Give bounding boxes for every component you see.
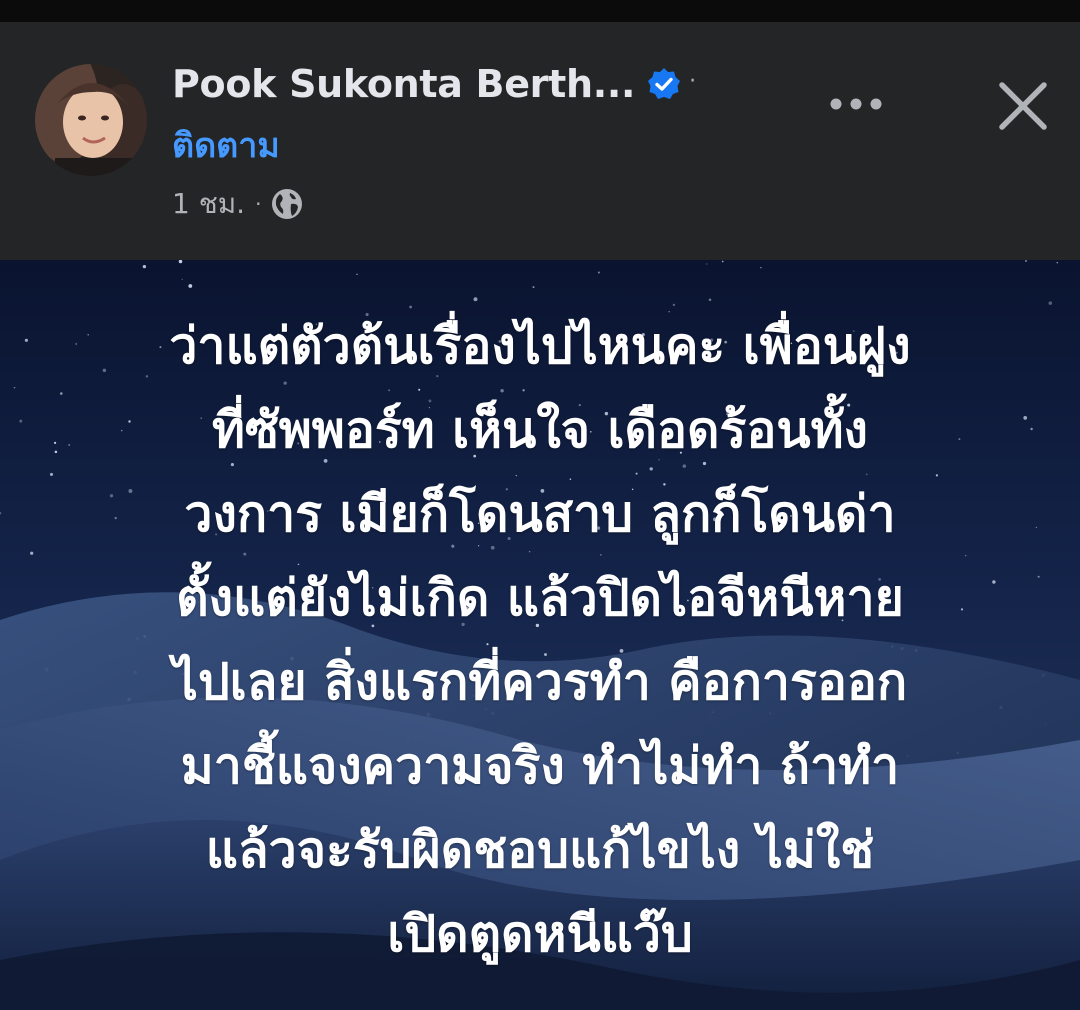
star [473,297,478,302]
star [532,286,535,289]
more-options-icon [830,98,882,110]
post-text-line: เปิดตูดหนีแว๊บ [387,905,693,963]
star [1024,260,1028,263]
star [760,266,762,269]
author-name[interactable]: Pook Sukonta Berth... [172,62,635,106]
star [24,338,28,342]
more-options-button[interactable] [820,78,892,130]
post-text-line: ที่ซัพพอร์ท เห็นใจ เดือดร้อนทั้ง [212,401,868,459]
star [181,278,183,281]
star [706,263,708,265]
star [19,419,23,423]
star [1056,261,1059,264]
close-icon [999,82,1047,130]
avatar[interactable] [35,64,147,176]
star [13,386,16,389]
star [721,260,724,263]
post-text: ว่าแต่ตัวต้นเรื่องไปไหนคะ เพื่อนฝูง ที่ซ… [40,304,1040,976]
name-dot-separator: · [689,69,697,94]
star [708,298,712,302]
star [356,273,358,275]
star [30,551,34,555]
post-content: ว่าแต่ตัวต้นเรื่องไปไหนคะ เพื่อนฝูง ที่ซ… [0,260,1080,1010]
verified-badge-icon [648,68,681,99]
post-text-line: แล้วจะรับผิดชอบแก้ไขไง ไม่ใช่ [205,821,875,879]
close-button[interactable] [990,68,1056,144]
globe-icon[interactable] [271,188,303,220]
post-text-line: มาชี้แจงความจริง ทำไม่ทำ ถ้าทำ [180,737,900,795]
post-meta: 1 ชม. · [172,184,303,224]
post-text-line: ไปเลย สิ่งแรกที่ควรทำ คือการออก [172,653,908,711]
status-bar-edge [0,0,1080,22]
star [142,264,147,269]
author-row: Pook Sukonta Berth... · [172,56,696,112]
post-text-line: ว่าแต่ตัวต้นเรื่องไปไหนคะ เพื่อนฝูง [169,317,911,375]
star [1048,301,1053,305]
follow-button[interactable]: ติดตาม [172,118,280,172]
meta-dot-separator: · [255,192,262,216]
star [597,271,600,274]
post-text-line: ตั้งแต่ยังไม่เกิด แล้วปิดไอจีหนีหาย [176,569,904,627]
post-text-line: วงการ เมียก็โดนสาบ ลูกก็โดนด่า [184,485,896,543]
star [188,284,193,288]
post-time[interactable]: 1 ชม. [172,182,245,226]
post-header: Pook Sukonta Berth... · ติดตาม 1 ชม. · [0,22,1080,260]
